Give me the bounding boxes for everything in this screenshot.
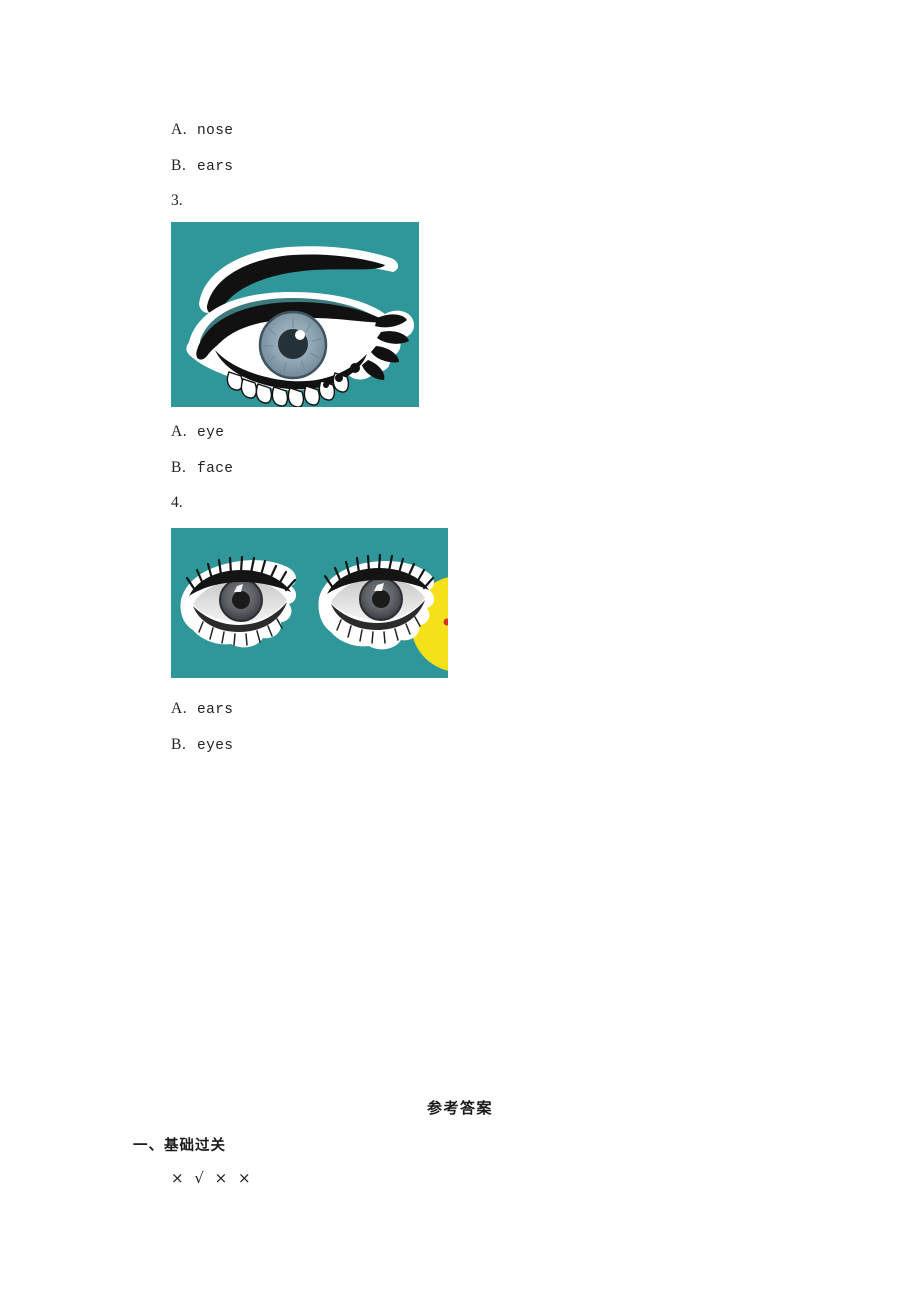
option-letter: A. [171, 423, 188, 440]
decor-dot [350, 363, 360, 373]
option-letter: B. [171, 736, 187, 753]
decor-dot [323, 382, 329, 388]
option-word: eyes [197, 738, 234, 754]
option-letter: B. [171, 459, 187, 476]
option-row: A. eye [171, 423, 224, 441]
option-letter: B. [171, 157, 187, 174]
question-number: 3. [171, 192, 183, 209]
answer-line: × √ × × [171, 1169, 254, 1187]
option-row: B. face [171, 459, 233, 477]
option-row: B. eyes [171, 736, 233, 754]
option-row: B. ears [171, 157, 233, 175]
option-word: ears [197, 159, 234, 175]
pair-of-eyes-photo-cutout [171, 528, 448, 678]
option-letter: A. [171, 121, 188, 138]
answer-key-title: 参考答案 [427, 1099, 494, 1117]
stylized-eye-svg [171, 222, 419, 407]
pair-of-eyes-svg [171, 528, 448, 678]
option-word: face [197, 461, 234, 477]
worksheet-page: A. nose B. ears 3. A. eye B. face 4. A. … [0, 0, 920, 1302]
answer-section-heading: 一、基础过关 [133, 1138, 226, 1154]
option-word: nose [197, 123, 234, 139]
question-number: 4. [171, 494, 183, 511]
catchlight [295, 330, 305, 340]
stylized-eye-illustration [171, 222, 419, 407]
option-word: eye [197, 425, 225, 441]
option-row: A. nose [171, 121, 233, 139]
option-letter: A. [171, 700, 188, 717]
option-row: A. ears [171, 700, 233, 718]
option-word: ears [197, 702, 234, 718]
decor-dot [335, 374, 343, 382]
